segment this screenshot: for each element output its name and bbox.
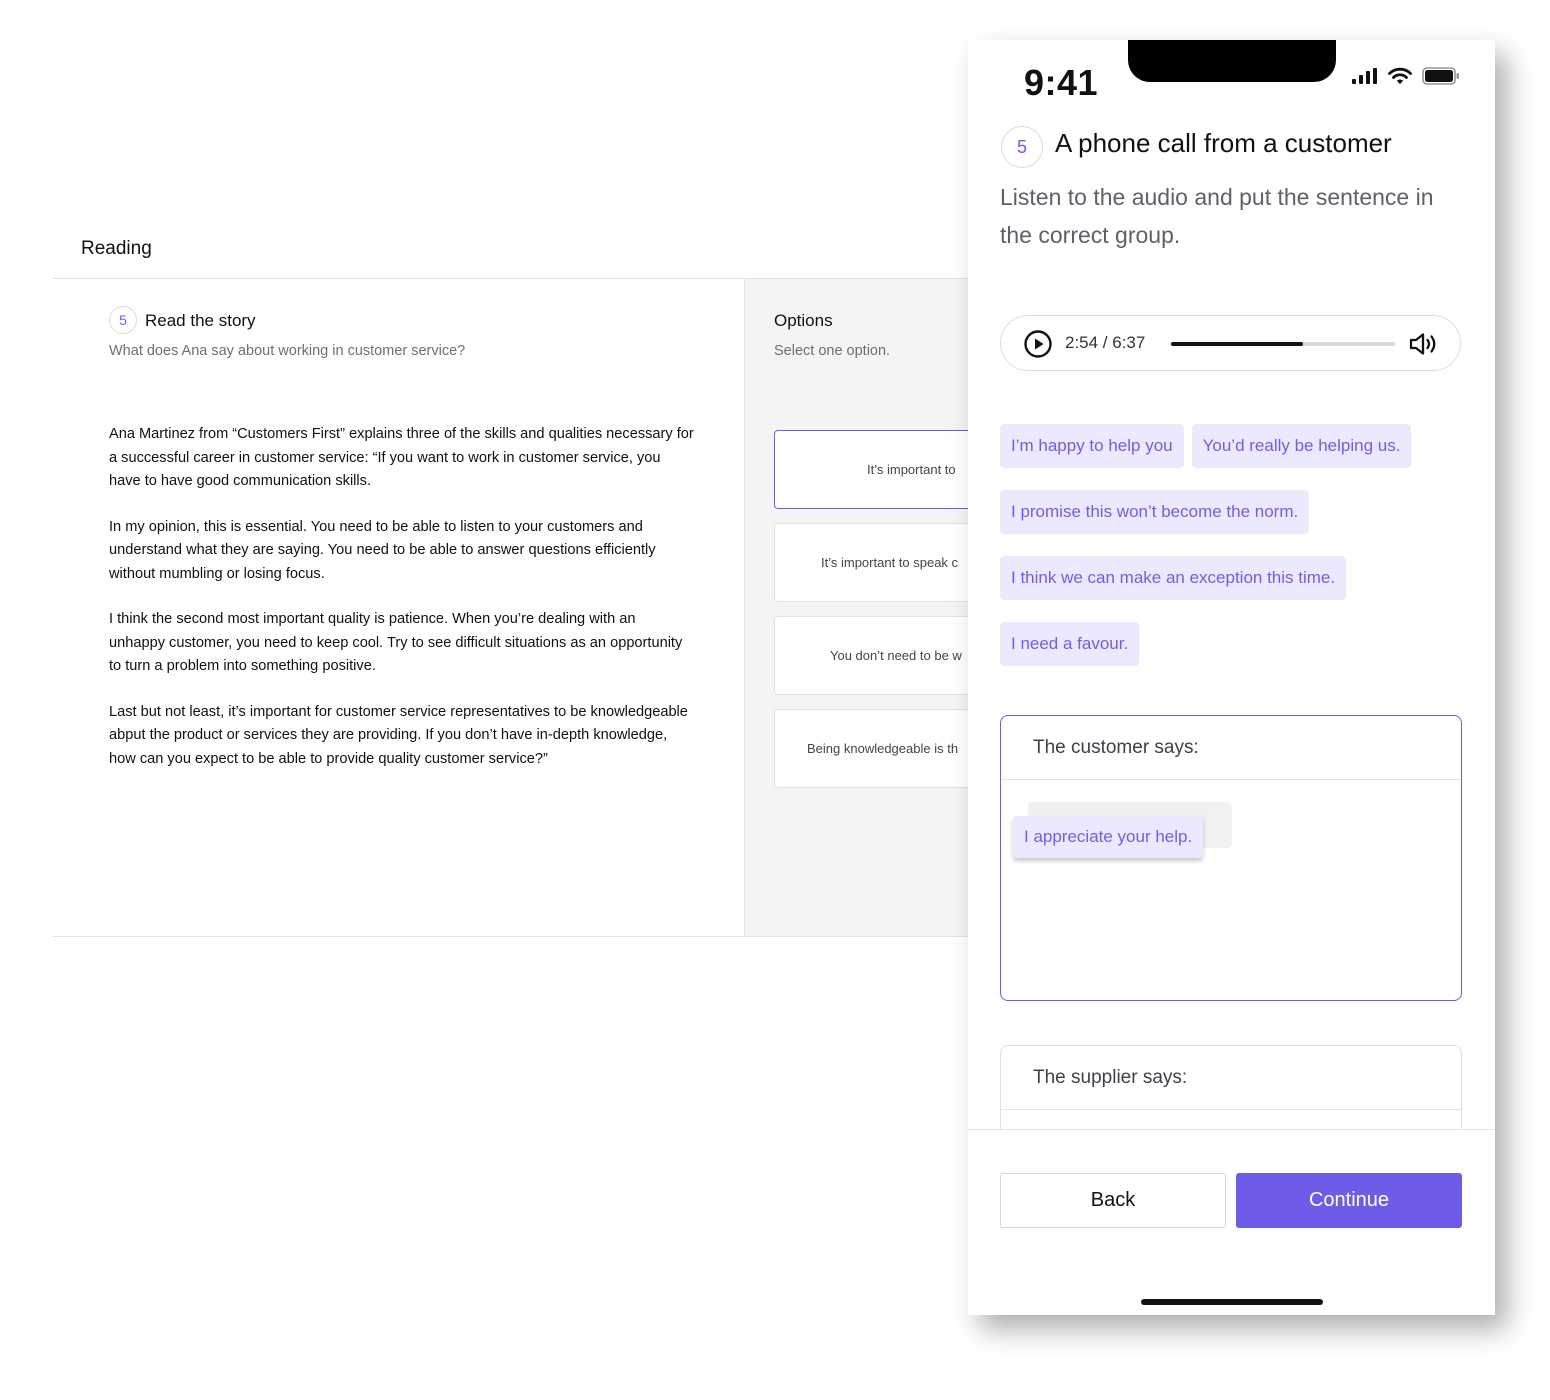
signal-icon <box>1352 68 1377 84</box>
audio-time: 2:54 / 6:37 <box>1065 333 1146 352</box>
play-icon[interactable] <box>1022 328 1054 360</box>
option-card[interactable]: It’s important to <box>774 430 968 509</box>
reading-page: Reading 5 Read the story What does Ana s… <box>52 0 968 940</box>
wifi-icon <box>1388 67 1412 84</box>
story-paragraph: I think the second most important qualit… <box>109 611 683 674</box>
question-number-badge: 5 <box>1001 126 1043 168</box>
story-number-badge: 5 <box>109 306 137 334</box>
option-card[interactable]: Being knowledgeable is th <box>774 709 968 788</box>
footer-bar: Back Continue <box>968 1129 1495 1315</box>
story-panel: 5 Read the story What does Ana say about… <box>52 279 744 936</box>
question-instruction: Listen to the audio and put the sentence… <box>1000 184 1434 248</box>
section-title: Reading <box>81 238 152 259</box>
story-question: What does Ana say about working in custo… <box>109 343 466 359</box>
sentence-chips: I’m happy to help you You’d really be hel… <box>1000 424 1470 688</box>
options-instruction: Select one option. <box>774 343 891 359</box>
back-button[interactable]: Back <box>1000 1173 1226 1228</box>
story-paragraph: Ana Martinez from “Customers First” expl… <box>109 426 694 489</box>
customer-group-title: The customer says: <box>1001 716 1461 780</box>
sentence-chip[interactable]: I think we can make an exception this ti… <box>1000 556 1347 600</box>
option-card[interactable]: It’s important to speak c <box>774 523 968 602</box>
story-paragraph: Last but not least, it’s important for c… <box>109 703 688 767</box>
supplier-group-title: The supplier says: <box>1001 1046 1461 1110</box>
customer-group-dropzone[interactable]: The customer says: I appreciate your hel… <box>1000 715 1462 1001</box>
option-text: Being knowledgeable is th <box>807 741 959 756</box>
dragged-sentence-chip[interactable]: I appreciate your help. <box>1013 816 1204 858</box>
status-icons <box>1352 66 1460 86</box>
option-text: It’s important to speak c <box>821 555 959 570</box>
audio-progress-bar[interactable] <box>1171 342 1395 346</box>
options-title: Options <box>774 311 833 330</box>
option-text: You don’t need to be w <box>830 648 962 663</box>
continue-button[interactable]: Continue <box>1236 1173 1462 1228</box>
options-panel: Options Select one option. It’s importan… <box>744 279 968 936</box>
option-text: It’s important to <box>867 462 956 477</box>
question-title: A phone call from a customer <box>1055 128 1392 158</box>
phone-screen: 9:41 5 A phone call from a customer List… <box>968 40 1495 1315</box>
home-indicator <box>1141 1299 1323 1305</box>
story-text: Ana Martinez from “Customers First” expl… <box>109 423 694 793</box>
option-card[interactable]: You don’t need to be w <box>774 616 968 695</box>
battery-icon <box>1422 67 1459 85</box>
footer-divider <box>52 936 968 937</box>
options-list: It’s important to It’s important to spea… <box>774 430 968 802</box>
sentence-chip[interactable]: I’m happy to help you <box>1000 424 1184 468</box>
status-time: 9:41 <box>1024 62 1099 103</box>
story-title: Read the story <box>145 311 256 330</box>
phone-notch <box>1128 40 1336 82</box>
audio-player: 2:54 / 6:37 <box>1000 315 1461 371</box>
audio-progress-fill <box>1171 342 1304 346</box>
sentence-chip[interactable]: You’d really be helping us. <box>1191 424 1412 468</box>
sentence-chip[interactable]: I need a favour. <box>1000 622 1140 666</box>
sentence-chip[interactable]: I promise this won’t become the norm. <box>1000 490 1310 534</box>
volume-icon[interactable] <box>1408 330 1440 358</box>
story-paragraph: In my opinion, this is essential. You ne… <box>109 518 656 582</box>
